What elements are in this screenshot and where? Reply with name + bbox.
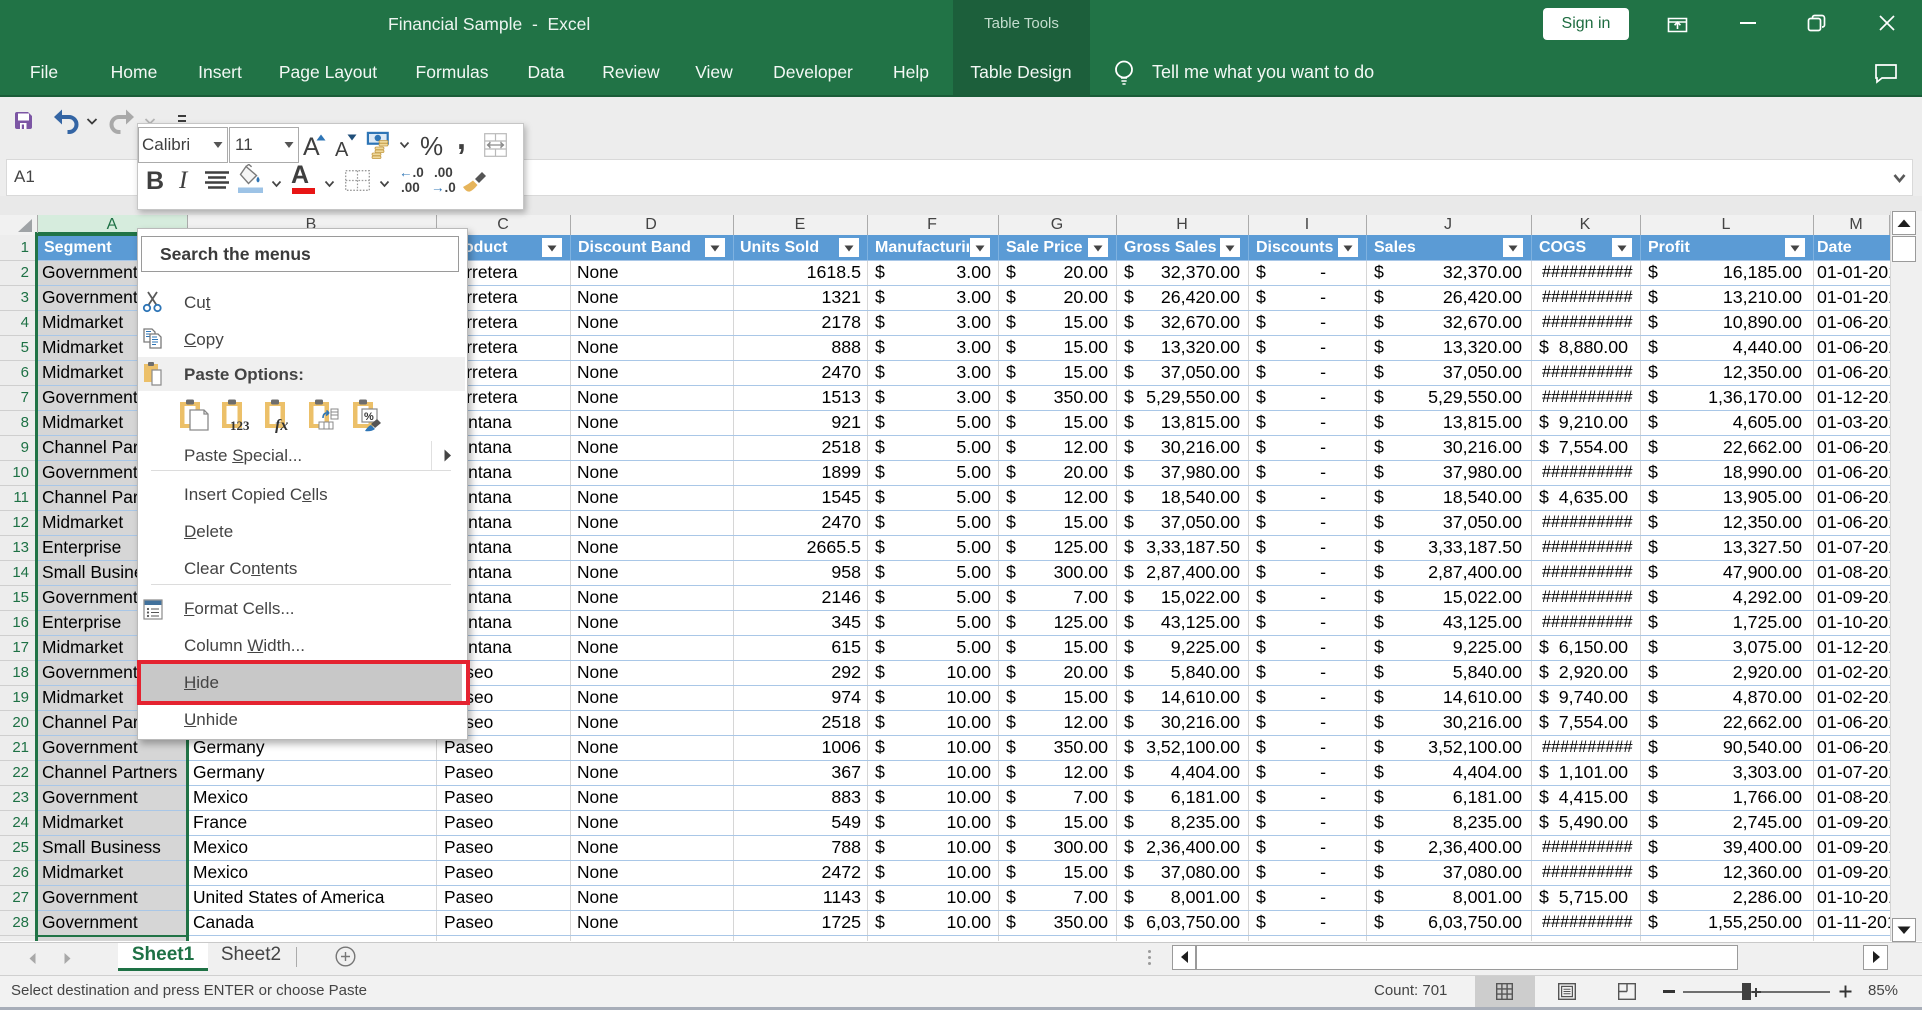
svg-text:123: 123 xyxy=(230,418,250,433)
svg-text:%: % xyxy=(364,411,374,423)
svg-text:fx: fx xyxy=(275,417,288,433)
